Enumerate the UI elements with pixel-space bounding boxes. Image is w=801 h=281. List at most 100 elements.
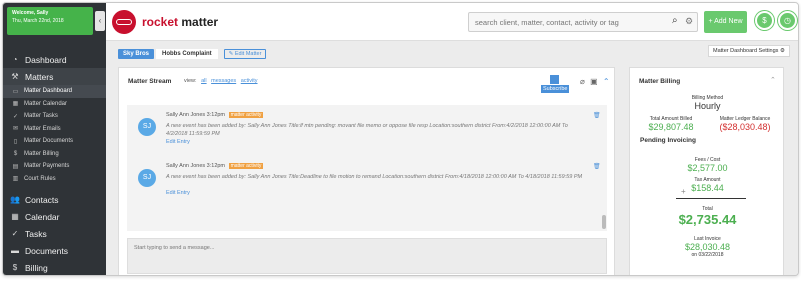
paperclip-icon[interactable]: ⌀ bbox=[580, 77, 585, 86]
stream-tools: ⌀ ▣ ⌃ bbox=[577, 77, 610, 86]
sidebar-item-label: Matters bbox=[25, 71, 54, 82]
app-logo-text[interactable]: rocket matter bbox=[142, 15, 218, 29]
avatar: SJ bbox=[138, 118, 156, 136]
ledger-balance: Matter Ledger Balance ($28,030.48) bbox=[710, 116, 780, 132]
sidebar-subitem-matter-calendar[interactable]: ▦ Matter Calendar bbox=[3, 98, 106, 111]
sidebar-subitem-label: Matter Documents bbox=[24, 138, 74, 145]
trash-icon[interactable]: 🗑 bbox=[593, 112, 601, 119]
calendar-icon: ▦ bbox=[11, 212, 19, 221]
total-value: $2,735.44 bbox=[678, 212, 737, 227]
billing-method: Billing Method Hourly bbox=[630, 95, 785, 111]
sidebar-subitem-court-rules[interactable]: ▥ Court Rules bbox=[3, 173, 106, 186]
collapse-sidebar-button[interactable]: ‹ bbox=[95, 11, 105, 31]
view-messages-link[interactable]: messages bbox=[211, 78, 236, 84]
view-activity-link[interactable]: activity bbox=[241, 78, 258, 84]
sidebar-item-calendar[interactable]: ▦ Calendar bbox=[3, 208, 106, 225]
matter-breadcrumb: Sky Bros Hobbs Complaint ✎ Edit Matter bbox=[118, 48, 267, 60]
sidebar-item-dashboard[interactable]: ◔ Dashboard bbox=[3, 51, 106, 68]
app-window: Welcome, Sally Thu, March 22nd, 2018 ‹ ◔… bbox=[2, 2, 799, 276]
payment-icon: ▤ bbox=[12, 163, 19, 170]
welcome-name: Welcome, Sally bbox=[12, 10, 49, 16]
sidebar-subitem-label: Court Rules bbox=[24, 175, 56, 182]
sidebar-subitem-matter-payments[interactable]: ▤ Matter Payments bbox=[3, 160, 106, 173]
sidebar-item-label: Tasks bbox=[25, 228, 47, 239]
sidebar-subitem-matter-documents[interactable]: ▯ Matter Documents bbox=[3, 135, 106, 148]
sidebar-item-contacts[interactable]: 👥 Contacts bbox=[3, 191, 106, 208]
entry-message: A new event has been added by: Sally Ann… bbox=[166, 123, 568, 137]
activity-badge: matter activity bbox=[228, 163, 264, 169]
tax-amount-value: $158.44 bbox=[691, 183, 724, 193]
sum-divider bbox=[676, 198, 746, 199]
billing-method-value: Hourly bbox=[694, 101, 721, 111]
matter-dashboard-settings-button[interactable]: Matter Dashboard Settings ⚙ bbox=[708, 45, 790, 57]
search-box: ⌕ ⚙ bbox=[468, 12, 698, 32]
sidebar-subitem-label: Matter Calendar bbox=[24, 100, 68, 107]
logo-mark bbox=[116, 19, 132, 25]
last-invoice-date: on 03/22/2018 bbox=[691, 252, 724, 258]
search-icon[interactable]: ⌕ bbox=[672, 15, 678, 26]
fees-cost: Fees / Cost $2,577.00 bbox=[630, 157, 785, 173]
envelope-icon: ✉ bbox=[12, 126, 19, 133]
chevron-up-icon[interactable]: ⌃ bbox=[603, 77, 610, 86]
calendar-icon: ▦ bbox=[12, 101, 19, 108]
dollar-icon: $ bbox=[13, 150, 18, 157]
sidebar-item-label: Dashboard bbox=[25, 54, 67, 65]
video-icon[interactable]: ▣ bbox=[590, 77, 598, 86]
client-tab[interactable]: Sky Bros bbox=[118, 49, 155, 59]
sidebar-subitem-label: Matter Tasks bbox=[24, 113, 58, 120]
edit-entry-link[interactable]: Edit Entry bbox=[166, 139, 190, 145]
sidebar-subitem-matter-tasks[interactable]: ✓ Matter Tasks bbox=[3, 110, 106, 123]
matter-billing-panel: Matter Billing ⌃ Billing Method Hourly T… bbox=[629, 67, 785, 275]
entry-meta: Sally Ann Jones 3:12pm matter activity bbox=[166, 163, 264, 169]
entry-author: Sally Ann Jones bbox=[166, 112, 206, 118]
sidebar-item-label: Calendar bbox=[25, 211, 60, 222]
check-icon: ✓ bbox=[12, 113, 19, 120]
entry-time: 3:12pm bbox=[206, 163, 226, 169]
billing-dollar-button[interactable]: $ bbox=[755, 11, 774, 30]
logo-word-matter: matter bbox=[178, 15, 219, 29]
chevron-up-icon[interactable]: ⌃ bbox=[770, 76, 776, 84]
subscribe-button[interactable]: Subscribe bbox=[541, 85, 570, 93]
view-all-link[interactable]: all bbox=[201, 78, 207, 84]
gavel-icon: ⚒ bbox=[11, 72, 19, 81]
document-icon: ▯ bbox=[13, 138, 18, 145]
sidebar-subitem-label: Matter Dashboard bbox=[24, 88, 73, 95]
top-header: rocket matter ⌕ ⚙ + Add New $ ◷ bbox=[106, 3, 798, 41]
avatar: SJ bbox=[138, 169, 156, 187]
search-input[interactable] bbox=[469, 13, 664, 31]
welcome-date: Thu, March 22nd, 2018 bbox=[12, 18, 64, 24]
sidebar-item-tasks[interactable]: ✓ Tasks bbox=[3, 225, 106, 242]
feed-scrollbar[interactable] bbox=[602, 215, 606, 229]
message-compose bbox=[127, 238, 607, 274]
dollar-icon: $ bbox=[12, 263, 18, 272]
total-billed-value: $29,807.48 bbox=[648, 122, 694, 132]
gear-icon[interactable]: ⚙ bbox=[685, 16, 693, 27]
panel-title: Matter Stream bbox=[128, 78, 172, 85]
main-content: Sky Bros Hobbs Complaint ✎ Edit Matter M… bbox=[106, 41, 798, 275]
sidebar-item-label: Contacts bbox=[25, 194, 59, 205]
folder-icon: ▬ bbox=[11, 246, 19, 255]
entry-author: Sally Ann Jones bbox=[166, 163, 206, 169]
sidebar-subitem-matter-dashboard[interactable]: ▭ Matter Dashboard bbox=[3, 85, 106, 98]
sidebar-item-billing[interactable]: $ Billing bbox=[3, 259, 106, 275]
last-invoice: Last Invoice $28,030.48 on 03/22/2018 bbox=[630, 236, 785, 258]
edit-entry-link[interactable]: Edit Entry bbox=[166, 190, 190, 196]
last-invoice-value[interactable]: $28,030.48 bbox=[630, 242, 785, 252]
book-icon: ▥ bbox=[12, 176, 19, 183]
subscribe-icon[interactable] bbox=[550, 75, 559, 84]
timer-clock-button[interactable]: ◷ bbox=[778, 11, 797, 30]
fees-cost-value: $2,577.00 bbox=[687, 163, 728, 173]
sidebar-item-documents[interactable]: ▬ Documents bbox=[3, 242, 106, 259]
edit-matter-button[interactable]: ✎ Edit Matter bbox=[223, 49, 267, 59]
stream-view-filter: view: all messages activity bbox=[184, 78, 258, 84]
add-new-button[interactable]: + Add New bbox=[704, 11, 747, 33]
sidebar-subitem-matter-emails[interactable]: ✉ Matter Emails bbox=[3, 123, 106, 136]
activity-badge: matter activity bbox=[228, 112, 264, 118]
trash-icon[interactable]: 🗑 bbox=[593, 163, 601, 170]
sidebar-subitem-matter-billing[interactable]: $ Matter Billing bbox=[3, 148, 106, 161]
sidebar-item-label: Documents bbox=[25, 245, 68, 256]
sidebar-item-matters[interactable]: ⚒ Matters bbox=[3, 68, 106, 85]
entry-meta: Sally Ann Jones 3:12pm matter activity bbox=[166, 112, 264, 118]
matter-tab[interactable]: Hobbs Complaint bbox=[156, 49, 218, 59]
message-input[interactable] bbox=[128, 239, 606, 273]
